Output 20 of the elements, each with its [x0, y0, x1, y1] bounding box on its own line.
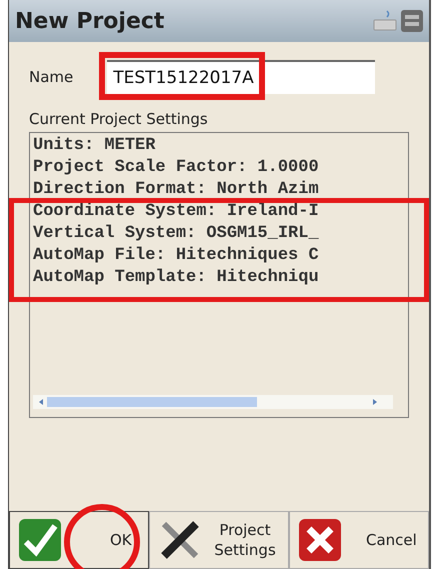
checkmark-icon: [18, 518, 62, 562]
window-title: New Project: [15, 8, 164, 34]
settings-line: Coordinate System: Ireland-I: [33, 201, 320, 223]
app-icon[interactable]: [401, 10, 423, 32]
settings-line: Direction Format: North Azim: [33, 179, 320, 201]
dialog-button[interactable]: Cancel: [289, 511, 429, 569]
settings-line: Project Scale Factor: 1.0000: [33, 157, 320, 179]
keyboard-icon[interactable]: [373, 10, 397, 32]
x-icon: [298, 518, 342, 562]
settings-label: Current Project Settings: [29, 110, 209, 128]
dialog-button[interactable]: OK: [9, 511, 149, 569]
settings-line: Vertical System: OSGM15_IRL_: [33, 223, 320, 245]
settings-line: Units: METER: [33, 135, 156, 157]
name-input-field[interactable]: TEST15122017A: [107, 60, 376, 94]
settings-list[interactable]: Units: METER Project Scale Factor: 1.0000 Direction Format: North Azim Coordinate System: Ireland-I Vertical System: OSGM15_IRL_ AutoMap File: Hitechniques C AutoMap Template: Hitechniqu: [29, 132, 409, 418]
scrollbar-drawing[interactable]: [33, 395, 393, 409]
dialog-button[interactable]: Project Settings: [149, 511, 289, 569]
name-label: Name: [29, 68, 74, 86]
settings-line: AutoMap Template: Hitechniqu: [33, 267, 320, 289]
settings-line: AutoMap File: Hitechniques C: [33, 245, 320, 267]
